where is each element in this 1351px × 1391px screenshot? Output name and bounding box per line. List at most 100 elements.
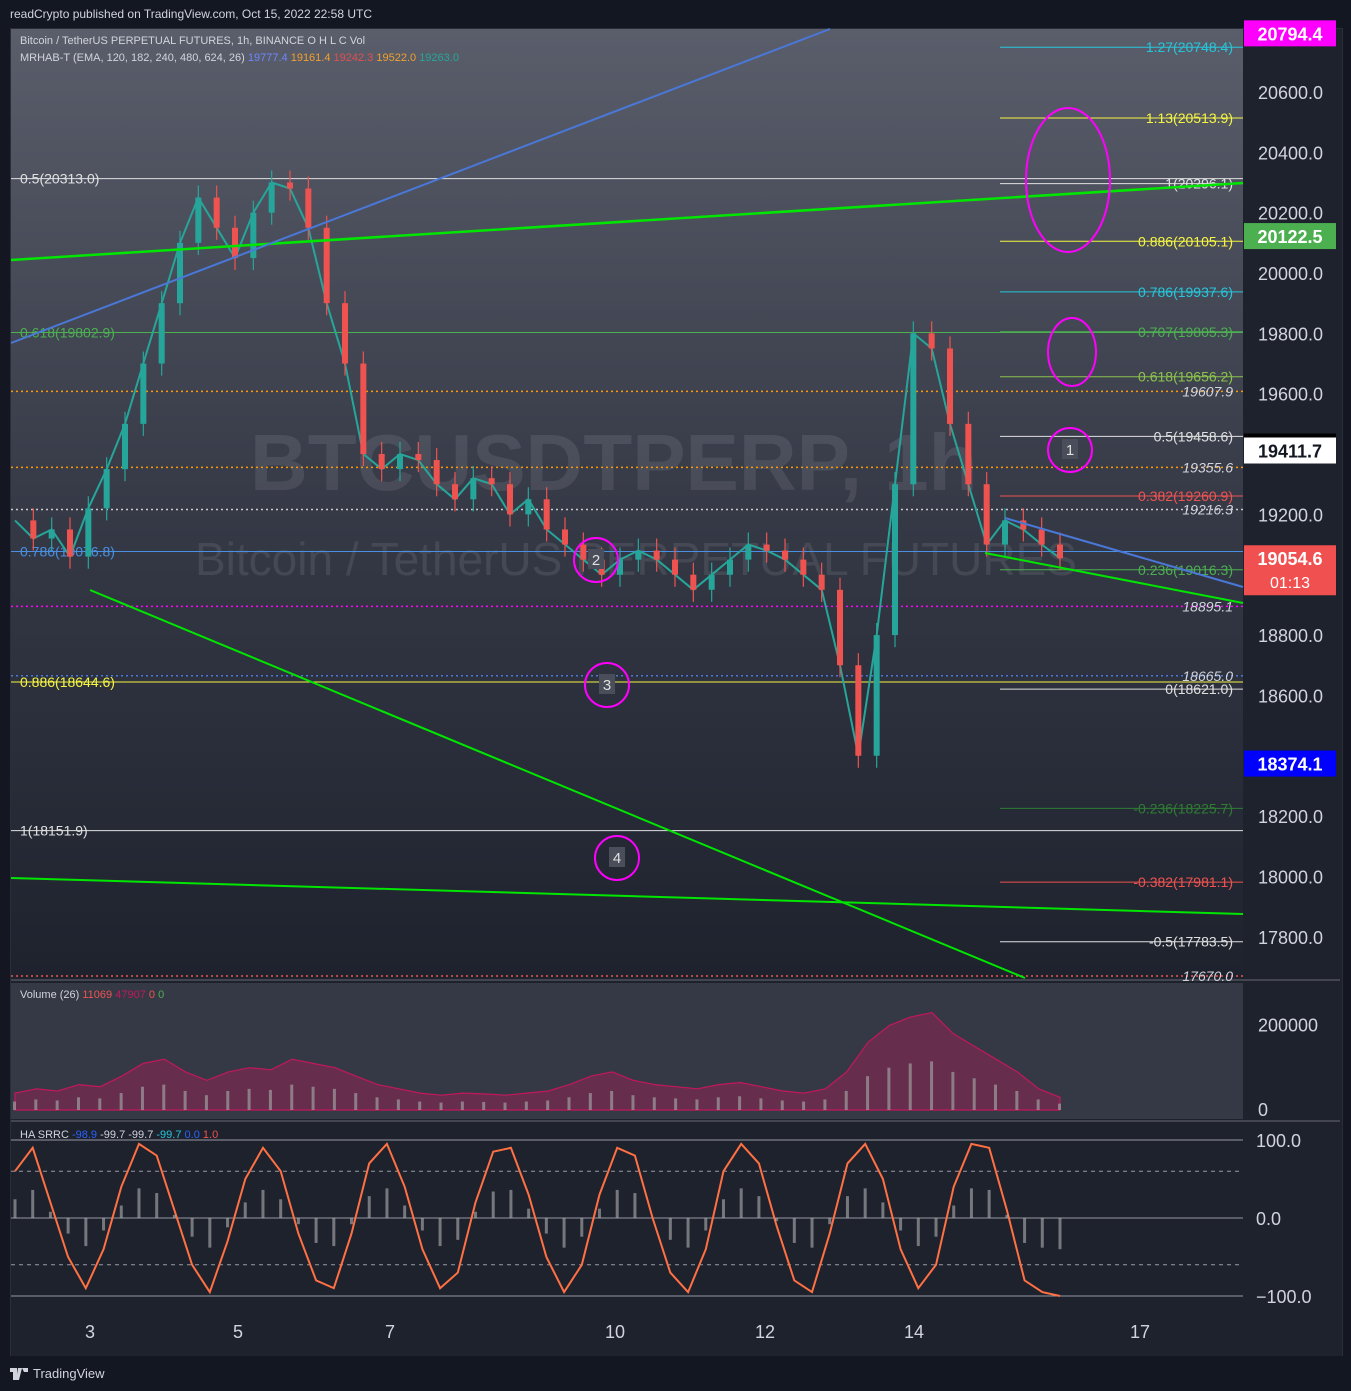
volume-bar [332,1088,336,1110]
tradingview-logo-icon[interactable] [10,1367,28,1380]
level-label: 19607.9 [1182,383,1233,399]
price-candle [763,544,770,551]
volume-bar [13,1101,16,1110]
volume-title: Volume (26) [20,989,80,1001]
osc-histogram-bar [48,1211,52,1218]
legend-volume-label: Vol [349,35,366,47]
osc-histogram-bar [1058,1218,1062,1250]
price-candle [140,363,147,424]
volume-value-1: 11069 [82,989,113,1001]
volume-bar [887,1067,891,1110]
fib-right-label: -0.236(18225.7) [1133,800,1233,816]
price-candle [855,665,862,756]
volume-bar [396,1099,400,1110]
price-candle [635,550,642,560]
indicator-name: MRHAB-T (EMA, 120, 182, 240, 480, 624, 2… [20,52,245,64]
volume-bar [183,1090,187,1110]
chart-canvas[interactable]: BTCUSDTPERP, 1hBitcoin / TetherUS PERPET… [0,0,1351,1391]
indicator-value-3: 19242.3 [333,52,374,64]
osc-histogram-bar [474,1211,478,1218]
price-candle [928,333,935,349]
price-axis-tick: 20200.0 [1258,204,1323,224]
indicator-value-2: 19161.4 [290,52,331,64]
time-axis-tick: 12 [755,1322,775,1342]
osc-histogram-bar [597,1208,601,1218]
fib-right-label: 1.27(20748.4) [1146,39,1233,55]
price-candle [892,484,898,636]
osc-histogram-bar [721,1199,725,1218]
volume-value-4: 0 [158,989,165,1001]
fib-right-label: -0.382(17981.1) [1133,874,1233,890]
osc-histogram-bar [350,1218,354,1225]
osc-histogram-bar [438,1218,442,1247]
osc-histogram-bar [828,1218,832,1225]
fib-right-label: 0.5(19458.6) [1154,428,1233,444]
volume-bar [1058,1103,1061,1110]
time-axis-bg [11,1316,1243,1354]
price-candle [653,550,660,560]
price-candle [672,559,678,575]
price-candle [158,303,165,364]
volume-bar [695,1099,699,1110]
fib-left-label: 1(18151.9) [20,823,88,839]
price-candle [818,574,825,590]
price-candle [488,478,495,485]
osc-histogram-bar [1005,1214,1009,1218]
time-axis-tick: 17 [1130,1322,1150,1342]
volume-value-2: 47907 [115,989,146,1001]
price-axis-tick: 20400.0 [1258,143,1323,163]
volume-bar [460,1101,464,1110]
indicator-value-5: 19263.0 [419,52,459,64]
osc-histogram-bar [208,1218,212,1248]
osc-histogram-bar [102,1218,106,1231]
price-candle [415,454,422,461]
osc-histogram-bar [704,1218,708,1231]
osc-histogram-bar [544,1218,548,1234]
price-candle [177,242,183,304]
osc-histogram-bar [757,1196,761,1218]
price-candle [708,574,715,590]
fib-right-label: -0.5(17783.5) [1149,934,1233,950]
price-candle [433,460,440,485]
volume-bar [140,1086,144,1110]
indicator-value-4: 19522.0 [376,52,417,64]
volume-bar [439,1102,443,1110]
volume-bar [482,1101,486,1110]
osc-histogram-bar [456,1218,460,1240]
osc-histogram-bar [296,1218,300,1225]
volume-bar [268,1089,272,1110]
price-candle [562,529,568,545]
volume-bar [1015,1090,1019,1110]
osc-legend: HA SRRC -98.9 -99.7 -99.7 -99.7 0.0 1.0 [20,1129,218,1141]
volume-axis-tick: 0 [1258,1100,1268,1120]
level-label: 19216.3 [1182,501,1233,517]
price-candle [983,484,990,545]
annotation-label: 2 [592,552,600,569]
price-badge-label: 20794.4 [1257,24,1322,44]
tradingview-brand: TradingView [33,1366,105,1381]
osc-histogram-bar [686,1218,690,1248]
osc-value-6: 1.0 [202,1129,219,1141]
volume-bar [844,1090,848,1110]
price-candle [378,454,385,470]
price-axis-tick: 18600.0 [1258,686,1323,706]
osc-histogram-bar [385,1188,389,1218]
osc-histogram-bar [863,1188,867,1218]
price-candle [30,520,37,539]
volume-bar [908,1063,912,1110]
osc-histogram-bar [13,1199,17,1218]
osc-value-5: 0.0 [184,1129,200,1141]
price-candle [910,333,917,485]
price-candle [543,499,550,530]
osc-axis-tick: 100.0 [1256,1131,1301,1151]
volume-bar [588,1093,592,1110]
annotation-label: 3 [603,677,611,694]
price-badge-countdown: 01:13 [1270,575,1310,592]
volume-bar [972,1078,976,1110]
volume-bar [802,1101,806,1110]
legend-open-label: O [307,35,316,47]
osc-histogram-bar [403,1205,407,1218]
volume-bar [55,1100,59,1110]
volume-bar [354,1093,358,1110]
price-candle [287,182,293,189]
